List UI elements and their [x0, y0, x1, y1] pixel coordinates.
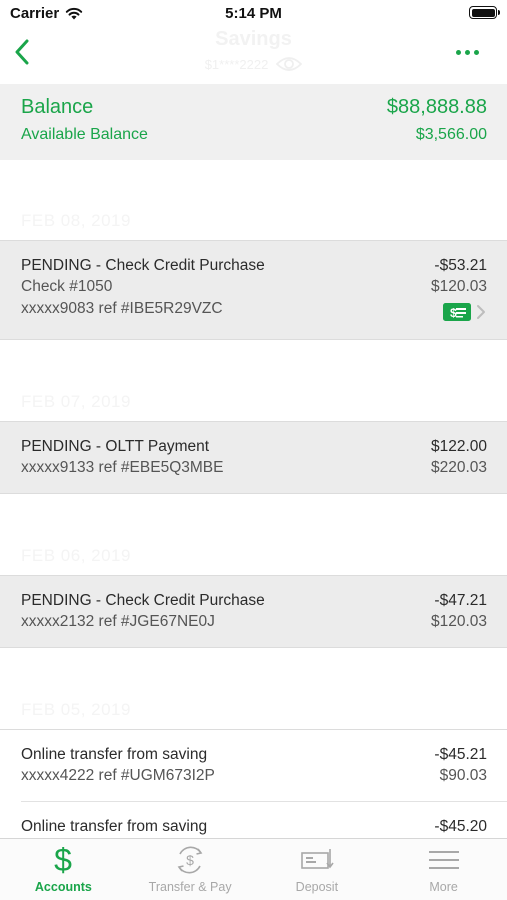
tab-accounts[interactable]: $ Accounts: [0, 839, 127, 900]
transaction-title: PENDING - OLTT Payment: [21, 438, 210, 455]
account-subtitle: $1****2222: [0, 56, 507, 72]
transfer-icon: $: [173, 843, 207, 877]
page-title: Savings: [215, 28, 292, 50]
tab-label: Transfer & Pay: [148, 880, 232, 894]
date-header: FEB 05, 2019: [21, 700, 131, 719]
tab-deposit[interactable]: Deposit: [254, 839, 381, 900]
available-balance-label: Available Balance: [21, 126, 148, 143]
menu-icon: [428, 843, 460, 877]
svg-text:$: $: [450, 306, 457, 320]
account-mask: $1****2222: [204, 56, 269, 72]
balance-value: $88,888.88: [386, 96, 487, 118]
status-bar: Carrier 5:14 PM: [0, 0, 507, 28]
transaction-balance: $220.03: [430, 459, 487, 476]
dollar-icon: $: [51, 843, 75, 877]
svg-text:$: $: [54, 844, 72, 876]
transaction-title: Online transfer from saving: [21, 746, 208, 763]
transaction-balance: $90.03: [439, 767, 487, 784]
transaction-title: PENDING - Check Credit Purchase: [21, 592, 265, 609]
transaction-amount: -$53.21: [434, 257, 487, 274]
transaction-row[interactable]: Online transfer from saving xxxxx4222 re…: [0, 729, 507, 802]
transaction-amount: $122.00: [430, 438, 487, 455]
transaction-row[interactable]: PENDING - Check Credit Purchase Check #1…: [0, 240, 507, 340]
available-balance-value: $3,566.00: [415, 126, 487, 143]
transaction-amount: -$45.20: [434, 818, 487, 835]
transaction-reference: xxxxx9133 ref #EBE5Q3MBE: [21, 459, 224, 476]
date-header: FEB 07, 2019: [21, 392, 131, 411]
transaction-amount: -$47.21: [434, 592, 487, 609]
transaction-row[interactable]: PENDING - Check Credit Purchase xxxxx213…: [0, 575, 507, 648]
chevron-right-icon: [477, 305, 485, 319]
tab-label: More: [429, 880, 458, 894]
tab-label: Deposit: [295, 880, 339, 894]
transaction-title: Online transfer from saving: [21, 818, 208, 835]
transaction-balance: $120.03: [430, 613, 487, 630]
tab-more[interactable]: More: [380, 839, 507, 900]
check-deposit-icon: [300, 843, 334, 877]
transaction-balance: $120.03: [430, 278, 487, 295]
transaction-reference: xxxxx9083 ref #IBE5R29VZC: [21, 300, 223, 317]
transaction-amount: -$45.21: [434, 746, 487, 763]
date-header: FEB 06, 2019: [21, 546, 131, 565]
transaction-reference: xxxxx4222 ref #UGM673I2P: [21, 767, 215, 784]
svg-text:$: $: [186, 852, 194, 868]
battery-icon: [469, 6, 500, 19]
transaction-row[interactable]: PENDING - OLTT Payment xxxxx9133 ref #EB…: [0, 421, 507, 494]
transaction-reference: xxxxx2132 ref #JGE67NE0J: [21, 613, 215, 630]
more-dots-icon[interactable]: [456, 42, 479, 62]
transaction-check-number: Check #1050: [21, 278, 113, 295]
tab-label: Accounts: [34, 880, 92, 894]
balance-card: Balance $88,888.88 Available Balance $3,…: [0, 84, 507, 160]
date-header: FEB 08, 2019: [21, 211, 131, 230]
status-time: 5:14 PM: [225, 5, 282, 22]
tab-bar: $ Accounts $ Transfer & Pay Deposit More: [0, 838, 507, 900]
check-image-icon[interactable]: $: [443, 303, 471, 321]
eye-icon[interactable]: [276, 56, 303, 72]
tab-transfer-pay[interactable]: $ Transfer & Pay: [127, 839, 254, 900]
transaction-row[interactable]: Online transfer from saving -$45.20: [0, 802, 507, 842]
transaction-title: PENDING - Check Credit Purchase: [21, 257, 265, 274]
balance-label: Balance: [21, 96, 94, 118]
